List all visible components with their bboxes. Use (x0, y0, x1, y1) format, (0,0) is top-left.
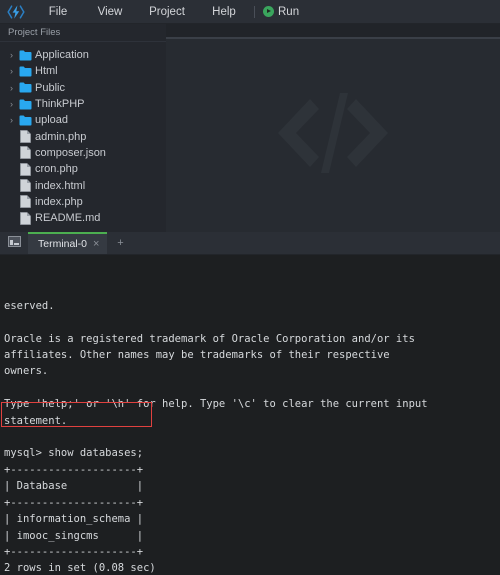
terminal-output[interactable]: eserved. Oracle is a registered trademar… (0, 255, 500, 575)
sidebar-header: Project Files (0, 24, 166, 42)
tree-folder-public[interactable]: › Public (0, 80, 166, 96)
tree-item-label: index.html (35, 179, 86, 192)
add-terminal-button[interactable]: + (107, 232, 133, 254)
tree-file-admin-php[interactable]: › admin.php (0, 128, 166, 144)
tree-item-label: composer.json (35, 146, 106, 159)
file-tree: › Application › Html › Public › ThinkPHP › upload… (0, 42, 166, 232)
terminal-line: affiliates. Other names may be trademark… (4, 349, 390, 362)
menu-bar: File View Project Help Run (0, 0, 500, 24)
run-button-label: Run (278, 5, 300, 18)
main-area: Project Files › Application › Html › Public › T… (0, 24, 500, 232)
terminal-line: +--------------------+ (4, 463, 144, 476)
terminal-panel-icon-button[interactable] (0, 232, 28, 254)
editor-area (166, 24, 500, 232)
terminal-icon (7, 234, 21, 252)
tree-item-label: ThinkPHP (35, 98, 85, 111)
project-files-sidebar: Project Files › Application › Html › Public › T… (0, 24, 166, 232)
tree-item-label: README.md (35, 212, 101, 225)
tree-file-composer-json[interactable]: › composer.json (0, 145, 166, 161)
terminal-tab-terminal-0[interactable]: Terminal-0 × (28, 232, 108, 254)
menu-item-file[interactable]: File (32, 0, 84, 24)
file-icon (17, 195, 33, 209)
tree-file-cron-php[interactable]: › cron.php (0, 161, 166, 177)
tree-file-index-php[interactable]: › index.php (0, 194, 166, 210)
tree-file-readme-md[interactable]: › README.md (0, 210, 166, 226)
terminal-line: statement. (4, 414, 68, 427)
tree-folder-thinkphp[interactable]: › ThinkPHP (0, 96, 166, 112)
tree-indent-spacer: › (6, 148, 17, 158)
menu-item-help[interactable]: Help (198, 0, 250, 24)
terminal-line: mysql> show databases; (4, 447, 144, 460)
tree-indent-spacer: › (6, 213, 17, 223)
lightning-code-logo-icon (7, 4, 25, 20)
terminal-line: Oracle is a registered trademark of Orac… (4, 332, 415, 345)
folder-icon (17, 99, 33, 110)
chevron-right-icon[interactable]: › (6, 66, 17, 76)
terminal-line: +--------------------+ (4, 545, 144, 558)
tree-item-label: cron.php (35, 163, 78, 176)
code-brackets-watermark-icon (269, 87, 397, 184)
app-logo[interactable] (0, 4, 32, 20)
terminal-line: | imooc_singcms | (4, 529, 144, 542)
tree-indent-spacer: › (6, 132, 17, 142)
folder-icon (17, 82, 33, 93)
chevron-right-icon[interactable]: › (6, 83, 17, 93)
menu-item-view[interactable]: View (84, 0, 136, 24)
file-icon (17, 211, 33, 225)
ide-window: File View Project Help Run Project Files… (0, 0, 500, 575)
tree-folder-application[interactable]: › Application (0, 47, 166, 63)
terminal-line: | Database | (4, 480, 144, 493)
folder-icon (17, 66, 33, 77)
close-icon[interactable]: × (93, 238, 99, 250)
tree-folder-upload[interactable]: › upload (0, 112, 166, 128)
terminal-tab-label: Terminal-0 (38, 238, 88, 250)
terminal-line: eserved. (4, 299, 55, 312)
folder-icon (17, 50, 33, 61)
tree-file-index-html[interactable]: › index.html (0, 177, 166, 193)
play-circle-icon (263, 6, 274, 17)
tree-indent-spacer: › (6, 197, 17, 207)
chevron-right-icon[interactable]: › (6, 115, 17, 125)
tree-item-label: Application (35, 49, 89, 62)
terminal-line: 2 rows in set (0.08 sec) (4, 562, 156, 575)
terminal-tab-bar: Terminal-0 × + (0, 232, 500, 255)
menu-item-project[interactable]: Project (136, 0, 198, 24)
chevron-right-icon[interactable]: › (6, 99, 17, 109)
menu-divider (254, 5, 255, 18)
tree-item-label: Public (35, 81, 65, 94)
run-button[interactable]: Run (263, 6, 299, 18)
terminal-line: +--------------------+ (4, 496, 144, 509)
file-icon (17, 179, 33, 192)
terminal-line: Type 'help;' or '\h' for help. Type '\c'… (4, 398, 428, 411)
editor-empty-pane[interactable] (166, 37, 500, 232)
terminal-line: | information_schema | (4, 513, 144, 526)
tree-folder-html[interactable]: › Html (0, 63, 166, 79)
file-icon (17, 162, 33, 176)
file-icon (17, 146, 33, 160)
chevron-right-icon[interactable]: › (6, 50, 17, 60)
file-icon (17, 130, 33, 143)
tree-indent-spacer: › (6, 164, 17, 174)
tree-item-label: index.php (35, 195, 83, 208)
tree-item-label: admin.php (35, 130, 87, 143)
tree-indent-spacer: › (6, 181, 17, 191)
tree-item-label: Html (35, 65, 58, 78)
folder-icon (17, 115, 33, 126)
tree-item-label: upload (35, 114, 69, 127)
terminal-line: owners. (4, 365, 49, 378)
